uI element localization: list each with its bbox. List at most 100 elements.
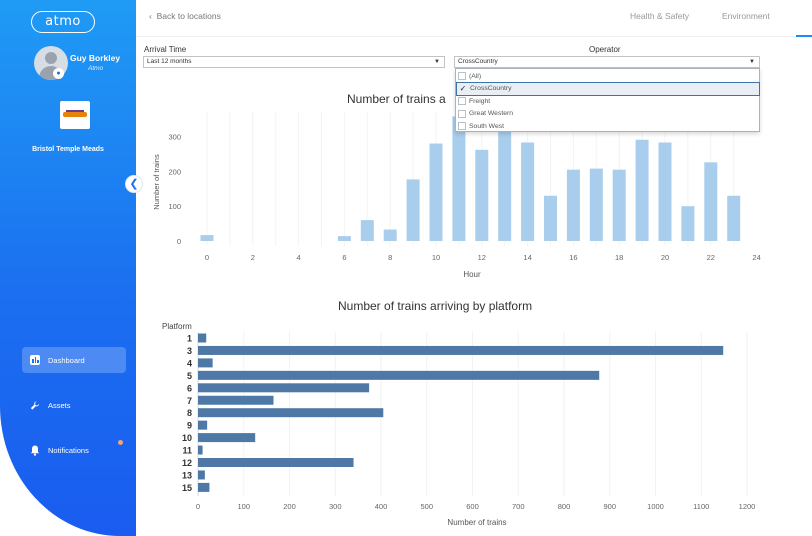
hour-y-tick-label: 100 <box>168 202 181 211</box>
app-window: atmo ● Guy Borkley Atmo Bristol Temple M… <box>0 0 812 536</box>
hour-y-axis-label: Number of trains <box>152 154 161 210</box>
dropdown-arrow-icon: ▼ <box>749 59 755 65</box>
arrival-time-label: Arrival Time <box>144 45 187 54</box>
platform-category-label: 5 <box>187 371 192 381</box>
bell-icon <box>30 445 40 456</box>
platform-x-tick-label: 900 <box>603 502 616 511</box>
operator-option[interactable]: ✓ CrossCountry <box>456 81 760 96</box>
platform-bar <box>198 445 203 455</box>
platform-bar <box>198 420 208 430</box>
platform-category-label: 11 <box>182 446 192 456</box>
hour-x-tick-label: 24 <box>752 253 760 262</box>
hour-x-tick-label: 20 <box>661 253 669 262</box>
platform-x-tick-label: 100 <box>237 502 250 511</box>
hour-bar <box>521 142 535 241</box>
hour-bar <box>498 123 512 241</box>
hour-x-tick-label: 14 <box>523 253 531 262</box>
checkbox-icon[interactable] <box>458 72 466 81</box>
platform-bar <box>198 470 205 480</box>
station-operator-logo <box>60 101 90 129</box>
hour-x-tick-label: 0 <box>205 253 209 262</box>
station-name: Bristol Temple Meads <box>32 146 104 153</box>
platform-bar <box>198 383 370 393</box>
sidebar: atmo ● Guy Borkley Atmo Bristol Temple M… <box>0 0 136 536</box>
operator-option[interactable]: Freight <box>456 95 759 108</box>
platform-bar <box>198 345 724 355</box>
hour-bar <box>589 168 603 241</box>
bar-chart-icon <box>30 355 40 365</box>
back-link-label: Back to locations <box>156 11 221 21</box>
wrench-icon <box>30 400 40 410</box>
operator-option[interactable]: (All) <box>456 70 759 83</box>
sidebar-item-assets[interactable]: Assets <box>22 392 126 418</box>
platform-bar <box>198 433 256 443</box>
hour-y-tick-label: 300 <box>168 133 181 142</box>
hour-bar <box>429 143 443 241</box>
platform-x-axis-label: Number of trains <box>447 518 506 527</box>
sidebar-item-label: Dashboard <box>48 355 85 365</box>
platform-category-label: 8 <box>187 408 192 418</box>
tab-environment[interactable]: Environment <box>722 11 770 21</box>
platform-bar <box>198 458 354 467</box>
operator-option-label: CrossCountry <box>470 85 512 93</box>
hour-x-tick-label: 12 <box>478 253 486 262</box>
operator-label: Operator <box>589 45 621 54</box>
operator-option[interactable]: South West <box>456 120 759 133</box>
chevron-left-icon: ‹ <box>149 11 152 21</box>
hour-x-tick-label: 8 <box>388 253 392 262</box>
sidebar-item-label: Assets <box>48 400 71 410</box>
hour-bar <box>406 179 420 241</box>
chevron-left-icon[interactable]: ❮ <box>125 175 143 193</box>
platform-bar <box>198 408 384 418</box>
hour-bar <box>727 195 741 241</box>
operator-option[interactable]: Great Western <box>456 108 759 121</box>
checkbox-icon[interactable] <box>458 109 466 118</box>
platform-x-tick-label: 1000 <box>647 502 664 511</box>
sidebar-item-dashboard[interactable]: Dashboard <box>22 347 126 373</box>
platform-x-tick-label: 1200 <box>739 502 756 511</box>
platform-category-label: 9 <box>187 421 192 431</box>
arrival-time-value: Last 12 months <box>147 58 192 65</box>
user-badge-icon: ● <box>53 68 64 79</box>
platform-x-tick-label: 0 <box>196 502 200 511</box>
platform-x-tick-label: 300 <box>329 502 342 511</box>
platform-bar <box>198 395 274 405</box>
hour-bar <box>681 206 695 241</box>
platform-bar <box>198 370 600 380</box>
platform-category-label: 4 <box>187 358 192 368</box>
platform-chart-title: Number of trains arriving by platform <box>338 299 533 313</box>
hour-x-tick-label: 2 <box>251 253 255 262</box>
hour-bar <box>612 169 626 241</box>
operator-option-label: South West <box>469 122 505 130</box>
hour-x-tick-label: 6 <box>342 253 346 262</box>
checkbox-checked-icon[interactable]: ✓ <box>459 84 467 93</box>
hour-bar <box>704 162 718 241</box>
sidebar-item-notifications[interactable]: Notifications <box>22 437 126 463</box>
checkbox-icon[interactable] <box>458 122 466 131</box>
platform-x-tick-label: 500 <box>420 502 433 511</box>
hour-bar <box>544 195 557 241</box>
platform-category-label: 1 <box>187 334 192 344</box>
user-name: Guy Borkley <box>70 53 121 63</box>
hour-chart-title: Number of trains a <box>347 92 446 106</box>
platform-category-label: 7 <box>187 396 192 406</box>
hour-y-tick-label: 200 <box>168 167 181 176</box>
tab-health-safety[interactable]: Health & Safety <box>630 11 689 21</box>
operator-select[interactable]: CrossCountry ▼ <box>454 56 760 68</box>
header-divider <box>136 36 812 37</box>
hour-x-tick-label: 18 <box>615 253 623 262</box>
operator-dropdown-list: (All) ✓ CrossCountry Freight Great Western So… <box>455 68 760 132</box>
hour-bar <box>635 139 649 241</box>
arrival-time-select[interactable]: Last 12 months ▼ <box>143 56 445 68</box>
hour-x-axis-label: Hour <box>463 270 481 279</box>
hour-bar <box>200 235 214 241</box>
hour-bar <box>475 149 489 241</box>
platform-bar <box>198 358 213 368</box>
back-to-locations-link[interactable]: ‹ Back to locations <box>149 11 221 21</box>
active-tab-indicator <box>796 35 812 37</box>
checkbox-icon[interactable] <box>458 97 466 106</box>
platform-bar <box>198 333 207 343</box>
user-org: Atmo <box>88 65 104 72</box>
hour-bar <box>566 169 580 241</box>
operator-option-label: (All) <box>469 72 482 80</box>
